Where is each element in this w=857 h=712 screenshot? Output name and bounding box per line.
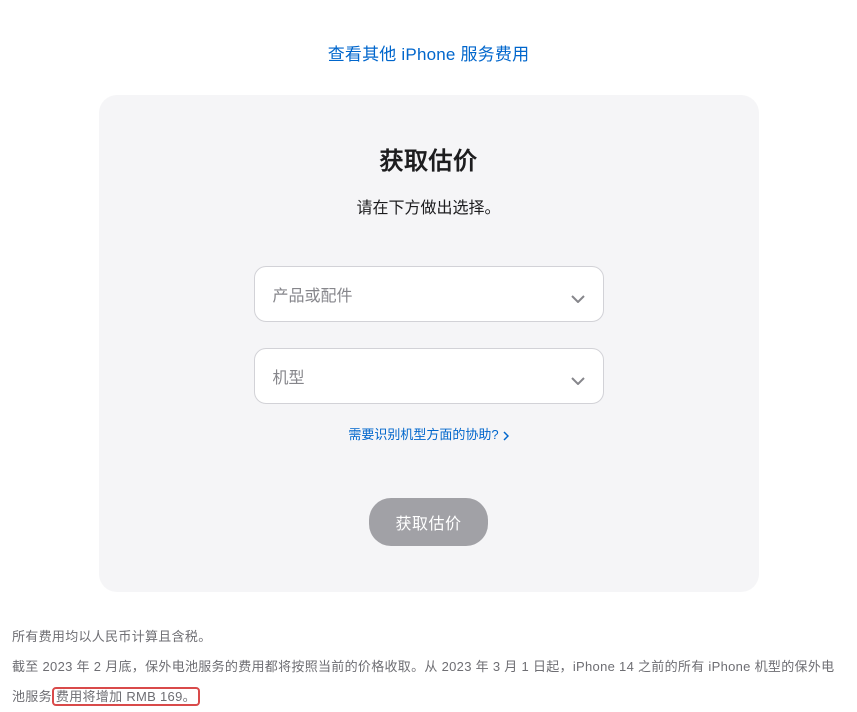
card-title: 获取估价 [139, 141, 719, 176]
other-services-link[interactable]: 查看其他 iPhone 服务费用 [328, 45, 530, 64]
help-link-label: 需要识别机型方面的协助? [348, 424, 498, 443]
estimate-card: 获取估价 请在下方做出选择。 产品或配件 机型 [99, 95, 759, 592]
chevron-right-icon [503, 429, 509, 439]
card-subtitle: 请在下方做出选择。 [139, 194, 719, 218]
footer-line1: 所有费用均以人民币计算且含税。 [12, 622, 845, 652]
chevron-down-icon [571, 290, 585, 298]
highlight-annotation: 费用将增加 RMB 169。 [52, 687, 200, 706]
product-select-wrapper: 产品或配件 [254, 266, 604, 322]
product-select-placeholder: 产品或配件 [273, 282, 353, 306]
model-select-placeholder: 机型 [273, 364, 305, 388]
chevron-down-icon [571, 372, 585, 380]
get-estimate-button[interactable]: 获取估价 [369, 498, 487, 546]
footer-line2: 截至 2023 年 2 月底，保外电池服务的费用都将按照当前的价格收取。从 20… [12, 652, 845, 712]
identify-model-link[interactable]: 需要识别机型方面的协助? [348, 424, 508, 443]
product-select[interactable]: 产品或配件 [254, 266, 604, 322]
top-link-wrapper: 查看其他 iPhone 服务费用 [10, 0, 847, 95]
help-link-wrapper: 需要识别机型方面的协助? [139, 424, 719, 444]
model-select[interactable]: 机型 [254, 348, 604, 404]
footer-text: 所有费用均以人民币计算且含税。 截至 2023 年 2 月底，保外电池服务的费用… [10, 622, 847, 712]
model-select-wrapper: 机型 [254, 348, 604, 404]
